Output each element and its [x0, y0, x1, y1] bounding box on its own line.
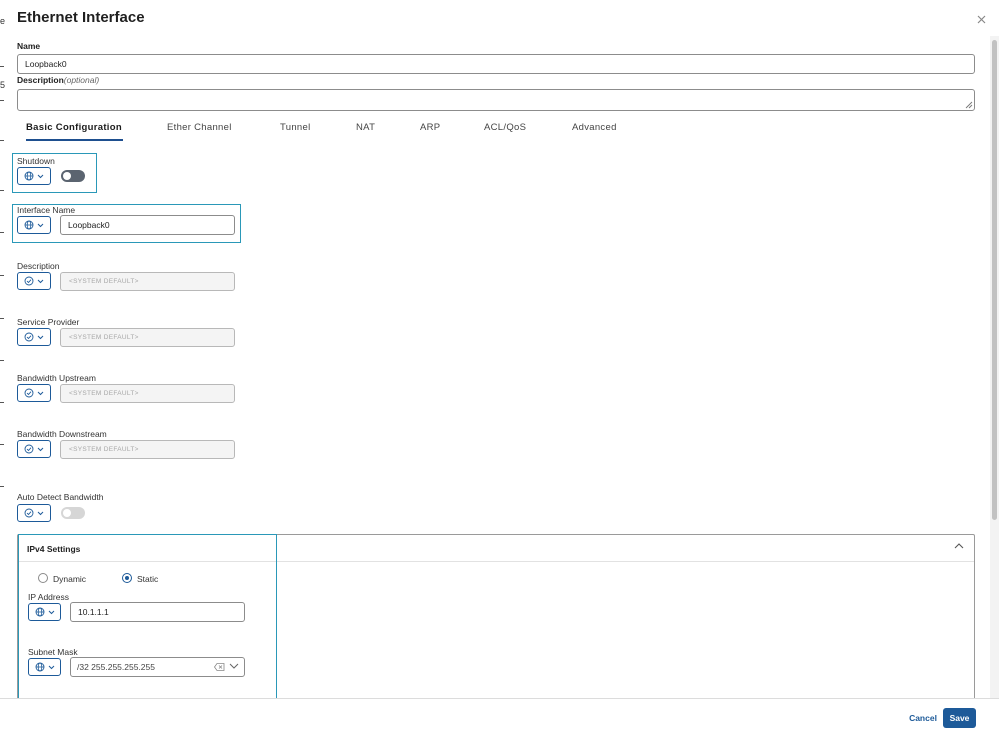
- tab-advanced[interactable]: Advanced: [572, 122, 617, 133]
- name-input[interactable]: Loopback0: [17, 54, 975, 74]
- edge-mark: [0, 190, 4, 191]
- edge-mark: [0, 275, 4, 276]
- check-circle-icon: [24, 276, 34, 286]
- radio-static-label: Static: [137, 574, 159, 584]
- chevron-down-icon: [37, 279, 44, 283]
- ip-address-scope-select[interactable]: [28, 603, 61, 621]
- service-provider-label: Service Provider: [17, 317, 80, 327]
- subnet-mask-value: /32 255.255.255.255: [77, 662, 155, 672]
- radio-static[interactable]: [122, 573, 132, 583]
- auto-detect-bandwidth-toggle[interactable]: [61, 507, 85, 519]
- chevron-down-icon: [37, 391, 44, 395]
- edge-mark: [0, 232, 4, 233]
- bandwidth-downstream-scope-select[interactable]: [17, 440, 51, 458]
- bandwidth-downstream-input[interactable]: <SYSTEM DEFAULT>: [60, 440, 235, 459]
- chevron-down-icon[interactable]: [229, 662, 239, 670]
- check-circle-icon: [24, 444, 34, 454]
- description-label: Description(optional): [17, 75, 99, 85]
- bandwidth-upstream-label: Bandwidth Upstream: [17, 373, 96, 383]
- edge-mark: [0, 402, 4, 403]
- interface-name-input[interactable]: Loopback0: [60, 215, 235, 235]
- description-field-input[interactable]: <SYSTEM DEFAULT>: [60, 272, 235, 291]
- active-tab-indicator: [26, 139, 123, 141]
- tab-acl-qos[interactable]: ACL/QoS: [484, 122, 526, 133]
- edge-mark: [0, 444, 4, 445]
- subnet-mask-combo[interactable]: /32 255.255.255.255: [70, 657, 245, 677]
- description-field-label: Description: [17, 261, 60, 271]
- subnet-mask-scope-select[interactable]: [28, 658, 61, 676]
- check-circle-icon: [24, 508, 34, 518]
- close-icon: [977, 15, 985, 24]
- optional-hint: (optional): [63, 75, 100, 85]
- globe-icon: [24, 171, 34, 181]
- dialog-title: Ethernet Interface: [17, 9, 145, 26]
- globe-icon: [35, 607, 44, 617]
- bandwidth-upstream-scope-select[interactable]: [17, 384, 51, 402]
- shutdown-toggle[interactable]: [61, 170, 85, 182]
- auto-detect-bandwidth-label: Auto Detect Bandwidth: [17, 492, 104, 502]
- bandwidth-downstream-label: Bandwidth Downstream: [17, 429, 107, 439]
- dialog-footer: [0, 698, 999, 737]
- edge-mark: [0, 318, 4, 319]
- interface-name-scope-select[interactable]: [17, 216, 51, 234]
- toggle-knob: [63, 172, 71, 180]
- close-button[interactable]: [975, 13, 987, 27]
- scrollbar-thumb[interactable]: [992, 40, 997, 520]
- subnet-mask-label: Subnet Mask: [28, 647, 78, 657]
- tab-arp[interactable]: ARP: [420, 122, 440, 133]
- description-textarea[interactable]: [17, 89, 975, 111]
- service-provider-input[interactable]: <SYSTEM DEFAULT>: [60, 328, 235, 347]
- shutdown-scope-select[interactable]: [17, 167, 51, 185]
- tab-basic-configuration[interactable]: Basic Configuration: [26, 122, 122, 133]
- radio-dynamic-label: Dynamic: [53, 574, 87, 584]
- chevron-up-icon[interactable]: [953, 541, 965, 551]
- shutdown-label: Shutdown: [17, 156, 55, 166]
- description-scope-select[interactable]: [17, 272, 51, 290]
- globe-icon: [24, 220, 34, 230]
- save-button[interactable]: Save: [943, 708, 976, 728]
- chevron-down-icon: [37, 511, 44, 515]
- auto-detect-bandwidth-scope-select[interactable]: [17, 504, 51, 522]
- edge-mark: [0, 486, 4, 487]
- edge-char: 5: [0, 80, 6, 90]
- chevron-down-icon: [37, 174, 44, 178]
- resize-grip-icon[interactable]: [965, 101, 973, 109]
- tab-nat[interactable]: NAT: [356, 122, 375, 133]
- tab-tunnel[interactable]: Tunnel: [280, 122, 311, 133]
- check-circle-icon: [24, 332, 34, 342]
- name-label: Name: [17, 41, 41, 51]
- left-edge-strip: [0, 0, 6, 737]
- ip-address-input[interactable]: 10.1.1.1: [70, 602, 245, 622]
- chevron-down-icon: [48, 610, 54, 614]
- toggle-knob: [63, 509, 71, 517]
- edge-mark: [0, 140, 4, 141]
- edge-mark: [0, 100, 4, 101]
- edge-mark: [0, 66, 4, 67]
- service-provider-scope-select[interactable]: [17, 328, 51, 346]
- description-label-text: Description: [17, 75, 64, 85]
- edge-mark: [0, 360, 4, 361]
- radio-dynamic[interactable]: [38, 573, 48, 583]
- cancel-button[interactable]: Cancel: [906, 711, 940, 725]
- bandwidth-upstream-input[interactable]: <SYSTEM DEFAULT>: [60, 384, 235, 403]
- ip-address-label: IP Address: [28, 592, 69, 602]
- tab-ether-channel[interactable]: Ether Channel: [167, 122, 232, 133]
- clear-icon[interactable]: [214, 663, 225, 671]
- chevron-down-icon: [37, 223, 44, 227]
- edge-char: e: [0, 16, 6, 26]
- chevron-down-icon: [37, 447, 44, 451]
- chevron-down-icon: [48, 665, 54, 669]
- globe-icon: [35, 662, 44, 672]
- chevron-down-icon: [37, 335, 44, 339]
- check-circle-icon: [24, 388, 34, 398]
- interface-name-label: Interface Name: [17, 205, 76, 215]
